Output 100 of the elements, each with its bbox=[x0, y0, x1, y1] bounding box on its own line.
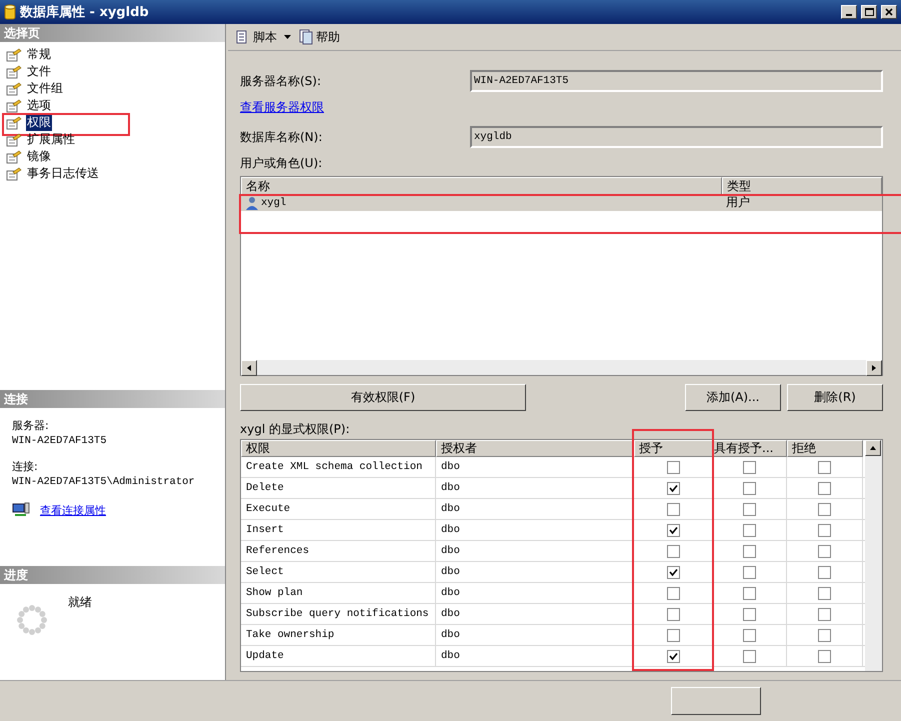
checkbox[interactable] bbox=[818, 502, 831, 516]
column-header[interactable]: 授权者 bbox=[436, 440, 634, 457]
checkbox[interactable] bbox=[818, 608, 831, 620]
close-button[interactable] bbox=[881, 5, 897, 19]
grantor-cell: dbo bbox=[436, 562, 634, 582]
checkbox[interactable] bbox=[743, 544, 756, 558]
remove-button[interactable]: 删除(R) bbox=[787, 384, 883, 411]
checkbox[interactable] bbox=[818, 586, 831, 600]
column-header[interactable]: 权限 bbox=[241, 440, 436, 457]
horizontal-scrollbar[interactable] bbox=[241, 360, 882, 375]
maximize-button[interactable] bbox=[861, 5, 877, 19]
checkbox[interactable] bbox=[666, 502, 680, 516]
column-header[interactable]: 具有授予... bbox=[713, 440, 787, 457]
grantor-cell: dbo bbox=[436, 478, 634, 498]
help-icon bbox=[299, 29, 313, 45]
server-name-label: 服务器名称(S): bbox=[240, 72, 322, 90]
database-icon bbox=[4, 4, 16, 20]
up-arrow-icon bbox=[869, 444, 877, 452]
maximize-icon bbox=[864, 8, 874, 16]
checkbox[interactable] bbox=[666, 524, 680, 536]
checkbox[interactable] bbox=[666, 544, 680, 558]
page-item[interactable]: 事务日志传送 bbox=[26, 165, 100, 182]
connection-properties-link[interactable]: 查看连接属性 bbox=[40, 502, 106, 518]
checkbox[interactable] bbox=[743, 586, 756, 600]
checkbox[interactable] bbox=[818, 566, 831, 578]
page-item[interactable]: 选项 bbox=[26, 97, 52, 114]
minimize-button[interactable] bbox=[841, 5, 857, 19]
checkbox[interactable] bbox=[743, 628, 756, 642]
permissions-label: xygl 的显式权限(P): bbox=[240, 421, 351, 438]
column-header[interactable]: 拒绝 bbox=[787, 440, 863, 457]
checkbox[interactable] bbox=[666, 628, 680, 642]
spinner-icon bbox=[16, 604, 48, 636]
page-item[interactable]: 文件 bbox=[26, 63, 52, 80]
permission-name: Execute bbox=[241, 499, 436, 519]
user-name: xygl bbox=[261, 196, 286, 208]
page-icon bbox=[6, 64, 22, 78]
checkbox[interactable] bbox=[743, 502, 756, 516]
checkbox[interactable] bbox=[666, 482, 680, 494]
toolbar-button[interactable]: 帮助 bbox=[297, 28, 342, 46]
permission-name: Insert bbox=[241, 520, 436, 540]
page-item[interactable]: 镜像 bbox=[26, 148, 52, 165]
checkbox[interactable] bbox=[743, 566, 756, 578]
right-arrow-icon bbox=[870, 364, 878, 372]
page-icon bbox=[6, 98, 22, 112]
users-label: 用户或角色(U): bbox=[240, 155, 324, 172]
checkbox[interactable] bbox=[743, 460, 756, 474]
vertical-scrollbar[interactable] bbox=[865, 440, 882, 671]
page-icon bbox=[6, 48, 22, 62]
server-value: WIN-A2ED7AF13T5 bbox=[12, 435, 108, 447]
window-title: 数据库属性 - xygldb bbox=[20, 4, 150, 21]
page-item[interactable]: 扩展属性 bbox=[26, 131, 76, 148]
checkbox[interactable] bbox=[666, 608, 680, 620]
column-header[interactable]: 授予 bbox=[634, 440, 713, 457]
permission-name: Create XML schema collection bbox=[241, 457, 436, 477]
add-button[interactable]: 添加(A)... bbox=[685, 384, 781, 411]
permission-name: Delete bbox=[241, 478, 436, 498]
server-label: 服务器: bbox=[12, 418, 50, 433]
connection-value: WIN-A2ED7AF13T5\Administrator bbox=[12, 476, 196, 488]
checkbox[interactable] bbox=[743, 608, 756, 620]
checkbox[interactable] bbox=[818, 628, 831, 642]
effective-permissions-button[interactable]: 有效权限(F) bbox=[240, 384, 526, 411]
page-item[interactable]: 文件组 bbox=[26, 80, 64, 97]
page-icon bbox=[6, 150, 22, 164]
checkbox[interactable] bbox=[818, 544, 831, 558]
server-name-field[interactable]: WIN-A2ED7AF13T5 bbox=[470, 70, 883, 92]
page-item[interactable]: 权限 bbox=[26, 114, 52, 131]
permission-name: Update bbox=[241, 646, 436, 666]
server-permissions-link[interactable]: 查看服务器权限 bbox=[240, 98, 324, 116]
checkbox[interactable] bbox=[666, 566, 680, 578]
checkbox[interactable] bbox=[818, 650, 831, 662]
grantor-cell: dbo bbox=[436, 541, 634, 561]
checkbox[interactable] bbox=[666, 586, 680, 600]
grantor-cell: dbo bbox=[436, 625, 634, 645]
checkbox[interactable] bbox=[743, 524, 756, 536]
toolbar-button[interactable]: 脚本 bbox=[232, 28, 293, 46]
permission-name: Take ownership bbox=[241, 625, 436, 645]
page-item[interactable]: 常规 bbox=[26, 46, 52, 63]
section-header: 连接 bbox=[0, 390, 225, 408]
database-name-field[interactable]: xygldb bbox=[470, 126, 883, 148]
checkbox[interactable] bbox=[743, 482, 756, 494]
section-header: 选择页 bbox=[0, 24, 225, 42]
permission-name: Select bbox=[241, 562, 436, 582]
page-icon bbox=[6, 116, 22, 130]
grantor-cell: dbo bbox=[436, 583, 634, 603]
progress-status: 就绪 bbox=[68, 594, 92, 611]
checkbox[interactable] bbox=[818, 482, 831, 494]
section-header: 进度 bbox=[0, 566, 225, 584]
permission-name: Show plan bbox=[241, 583, 436, 603]
dialog-button[interactable] bbox=[671, 687, 761, 715]
checkbox[interactable] bbox=[666, 650, 680, 662]
page-icon bbox=[6, 166, 22, 180]
user-icon bbox=[245, 196, 259, 210]
checkbox[interactable] bbox=[818, 524, 831, 536]
grantor-cell: dbo bbox=[436, 499, 634, 519]
checkbox[interactable] bbox=[743, 650, 756, 662]
permission-name: Subscribe query notifications bbox=[241, 604, 436, 624]
computer-icon bbox=[12, 502, 30, 518]
close-icon bbox=[885, 8, 893, 16]
checkbox[interactable] bbox=[666, 460, 680, 474]
checkbox[interactable] bbox=[818, 460, 831, 474]
